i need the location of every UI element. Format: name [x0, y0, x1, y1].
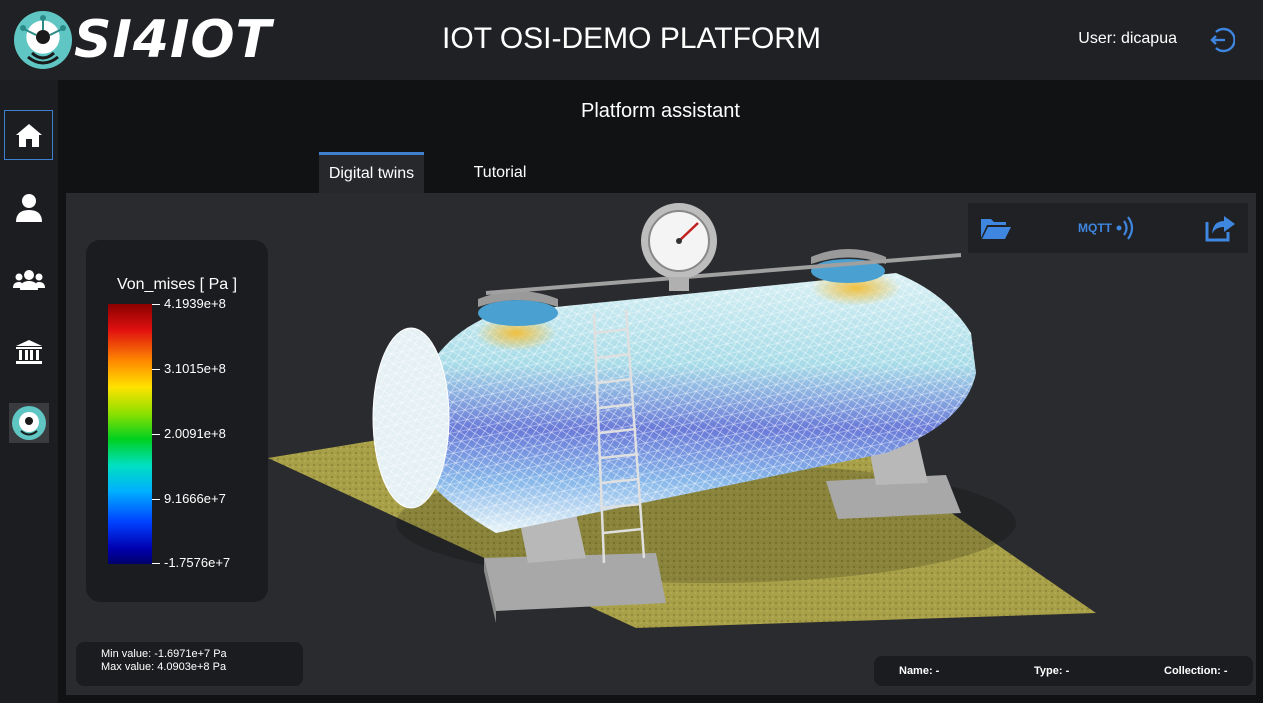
- app-header: SI4IOT IOT OSI-DEMO PLATFORM User: dicap…: [0, 0, 1263, 80]
- signal-waves-icon: [1116, 216, 1134, 240]
- institution-icon: [15, 340, 42, 364]
- tab-digital-twins[interactable]: Digital twins: [319, 152, 424, 193]
- color-legend: Von_mises [ Pa ] 4.1939e+8 3.1015e+8 2.0…: [86, 240, 268, 602]
- users-icon: [12, 270, 45, 290]
- si4iot-logo-icon: [14, 11, 72, 69]
- share-button[interactable]: [1200, 213, 1240, 243]
- home-icon: [15, 124, 42, 147]
- si4iot-logo-icon: [8, 403, 49, 443]
- selection-info-panel: Name: - Type: - Collection: -: [874, 656, 1253, 686]
- sidebar: [0, 80, 58, 703]
- info-collection: Collection: -: [1164, 665, 1228, 677]
- legend-tick: [152, 499, 160, 500]
- viewport-toolbar: MQTT: [968, 203, 1248, 253]
- legend-tick: [152, 563, 160, 564]
- 3d-viewport[interactable]: Von_mises [ Pa ] 4.1939e+8 3.1015e+8 2.0…: [66, 193, 1256, 695]
- legend-label: 2.0091e+8: [164, 426, 226, 441]
- info-type: Type: -: [1034, 665, 1070, 677]
- legend-color-bar: [108, 304, 152, 564]
- main-content: Platform assistant Digital twins Tutoria…: [58, 80, 1263, 703]
- user-icon: [15, 194, 42, 222]
- tab-tutorial[interactable]: Tutorial: [450, 152, 550, 193]
- legend-tick: [152, 434, 160, 435]
- legend-tick: [152, 304, 160, 305]
- min-max-panel: Min value: -1.6971e+7 Pa Max value: 4.09…: [76, 642, 303, 686]
- sidebar-item-si4iot[interactable]: [4, 398, 53, 448]
- legend-label: 4.1939e+8: [164, 296, 226, 311]
- max-value: Max value: 4.0903e+8 Pa: [101, 661, 227, 673]
- section-title: Platform assistant: [581, 100, 740, 122]
- legend-tick: [152, 369, 160, 370]
- legend-label: 3.1015e+8: [164, 361, 226, 376]
- mqtt-button[interactable]: MQTT: [1068, 213, 1148, 243]
- app-logo[interactable]: SI4IOT: [14, 10, 272, 70]
- open-file-button[interactable]: [976, 213, 1016, 243]
- sidebar-item-users[interactable]: [4, 255, 53, 305]
- sidebar-item-home[interactable]: [4, 110, 53, 160]
- logout-icon: [1210, 27, 1236, 53]
- sidebar-item-institution[interactable]: [4, 327, 53, 377]
- legend-title: Von_mises [ Pa ]: [116, 276, 238, 293]
- folder-open-icon: [981, 219, 1011, 239]
- user-label: User: dicapua: [1078, 30, 1177, 47]
- mqtt-label: MQTT: [1078, 221, 1112, 235]
- sidebar-item-user[interactable]: [4, 183, 53, 233]
- info-name: Name: -: [899, 665, 940, 677]
- logo-text: SI4IOT: [74, 10, 273, 70]
- min-value: Min value: -1.6971e+7 Pa: [101, 648, 227, 660]
- legend-label: -1.7576e+7: [164, 555, 231, 570]
- logout-button[interactable]: [1207, 26, 1236, 54]
- legend-label: 9.1666e+7: [164, 491, 226, 506]
- share-icon: [1205, 216, 1235, 242]
